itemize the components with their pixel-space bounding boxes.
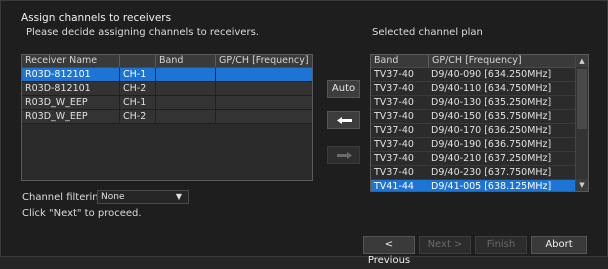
plan-gpch: D9/41-005 [638.125MHz]	[431, 181, 552, 192]
receivers-rows: R03D-812101 CH-1 R03D-812101 CH-2 R03D_W…	[22, 68, 312, 124]
plan-gpch: D9/40-150 [635.750MHz]	[431, 111, 552, 122]
arrow-right-icon	[337, 152, 352, 159]
finish-button[interactable]: Finish	[475, 236, 527, 254]
scroll-thumb[interactable]	[577, 69, 587, 129]
channel-plan-header: Band GP/CH [Frequency]	[371, 55, 576, 68]
channel-filter-label: Channel filtering	[22, 192, 105, 203]
table-row[interactable]: R03D_W_EEP CH-2	[22, 110, 312, 124]
plan-band: TV37-40	[374, 83, 414, 94]
scroll-down-icon[interactable]: ▼	[576, 179, 588, 191]
plan-band: TV37-40	[374, 167, 414, 178]
plan-band: TV37-40	[374, 111, 414, 122]
receiver-band	[155, 110, 215, 123]
table-row[interactable]: TV37-40 D9/40-110 [634.750MHz]	[371, 82, 576, 96]
table-row[interactable]: TV37-40 D9/40-230 [637.750MHz]	[371, 166, 576, 180]
table-row[interactable]: R03D_W_EEP CH-1	[22, 96, 312, 110]
receiver-channel: CH-2	[119, 82, 155, 95]
receiver-channel: CH-2	[119, 110, 155, 123]
plan-gpch: D9/40-170 [636.250MHz]	[431, 125, 552, 136]
plan-gpch: D9/40-190 [636.750MHz]	[431, 139, 552, 150]
table-row[interactable]: TV37-40 D9/40-190 [636.750MHz]	[371, 138, 576, 152]
plan-gpch: D9/40-230 [637.750MHz]	[431, 167, 552, 178]
col-band[interactable]: Band	[155, 55, 215, 67]
table-row[interactable]: R03D-812101 CH-1	[22, 68, 312, 82]
channel-plan-rows: TV37-40 D9/40-090 [634.250MHz] TV37-40 D…	[371, 68, 576, 192]
receiver-name: R03D-812101	[25, 69, 91, 80]
receiver-channel: CH-1	[119, 96, 155, 109]
assign-channels-dialog: Assign channels to receivers Please deci…	[0, 0, 608, 266]
receiver-band	[155, 68, 215, 81]
receiver-gpch	[215, 82, 312, 95]
table-row[interactable]: TV37-40 D9/40-170 [636.250MHz]	[371, 124, 576, 138]
next-button[interactable]: Next >	[419, 236, 471, 254]
receiver-band	[155, 82, 215, 95]
receiver-gpch	[215, 110, 312, 123]
receiver-channel: CH-1	[119, 68, 155, 81]
scroll-up-icon[interactable]: ▲	[576, 55, 588, 67]
abort-button[interactable]: Abort	[531, 236, 587, 254]
receiver-gpch	[215, 96, 312, 109]
table-row[interactable]: TV37-40 D9/40-150 [635.750MHz]	[371, 110, 576, 124]
receivers-table-header: Receiver Name Band GP/CH [Frequency]	[22, 55, 312, 68]
plan-band: TV37-40	[374, 139, 414, 150]
plan-band: TV41-44	[374, 181, 414, 192]
assign-button[interactable]	[327, 111, 360, 129]
receiver-name: R03D_W_EEP	[25, 97, 88, 108]
unassign-button[interactable]	[327, 146, 360, 164]
table-row[interactable]: TV37-40 D9/40-130 [635.250MHz]	[371, 96, 576, 110]
channel-plan-scrollbar[interactable]: ▲ ▼	[575, 55, 588, 191]
channel-filter-select[interactable]: None ▼	[97, 190, 189, 204]
col-channel[interactable]	[119, 55, 155, 67]
receiver-name: R03D-812101	[25, 83, 91, 94]
col-receiver-name[interactable]: Receiver Name	[22, 55, 119, 67]
table-row[interactable]: TV37-40 D9/40-210 [637.250MHz]	[371, 152, 576, 166]
plan-band: TV37-40	[374, 69, 414, 80]
channel-plan-caption: Selected channel plan	[372, 27, 483, 38]
previous-button[interactable]: < Previous	[363, 236, 415, 266]
receivers-table[interactable]: Receiver Name Band GP/CH [Frequency] R03…	[21, 54, 313, 181]
auto-assign-button[interactable]: Auto	[327, 80, 360, 98]
plan-gpch: D9/40-130 [635.250MHz]	[431, 97, 552, 108]
arrow-left-icon	[337, 117, 352, 124]
receiver-gpch	[215, 68, 312, 81]
plan-band: TV37-40	[374, 153, 414, 164]
table-row[interactable]: R03D-812101 CH-2	[22, 82, 312, 96]
col-gpch[interactable]: GP/CH [Frequency]	[215, 55, 312, 67]
plan-band: TV37-40	[374, 125, 414, 136]
dialog-title: Assign channels to receivers	[21, 12, 172, 24]
plan-gpch: D9/40-090 [634.250MHz]	[431, 69, 552, 80]
chevron-down-icon: ▼	[175, 192, 182, 201]
proceed-hint: Click "Next" to proceed.	[22, 208, 142, 219]
channel-filter-value: None	[101, 192, 125, 202]
plan-gpch: D9/40-210 [637.250MHz]	[431, 153, 552, 164]
receiver-name: R03D_W_EEP	[25, 111, 88, 122]
col-gpch[interactable]: GP/CH [Frequency]	[428, 55, 576, 67]
plan-band: TV37-40	[374, 97, 414, 108]
col-band[interactable]: Band	[371, 55, 428, 67]
receiver-band	[155, 96, 215, 109]
plan-gpch: D9/40-110 [634.750MHz]	[431, 83, 552, 94]
channel-plan-table[interactable]: Band GP/CH [Frequency] TV37-40 D9/40-090…	[370, 54, 589, 192]
table-row[interactable]: TV37-40 D9/40-090 [634.250MHz]	[371, 68, 576, 82]
table-row[interactable]: TV41-44 D9/41-005 [638.125MHz]	[371, 180, 576, 192]
dialog-subtitle: Please decide assigning channels to rece…	[26, 27, 259, 38]
